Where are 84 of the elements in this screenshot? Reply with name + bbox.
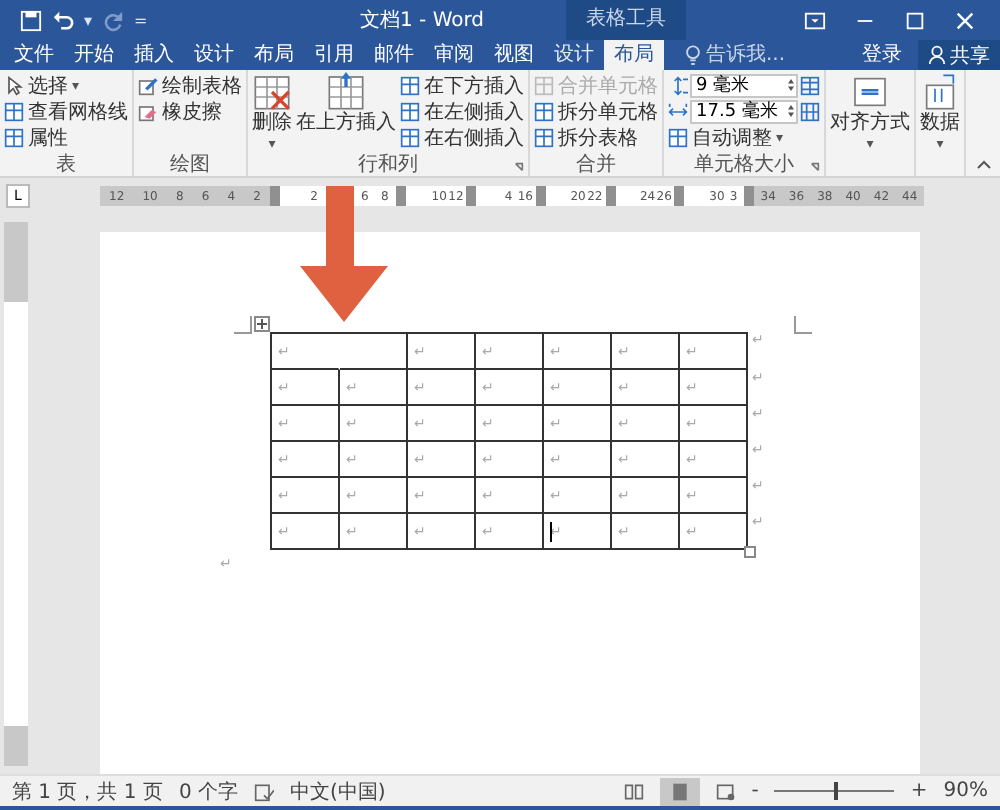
share-button[interactable]: 共享 xyxy=(918,40,1000,70)
ribbon-button[interactable]: 拆分单元格 xyxy=(534,98,658,124)
zoom-slider-thumb[interactable] xyxy=(834,782,839,800)
table-icon xyxy=(400,101,420,121)
margin-corner-mark xyxy=(234,316,252,334)
save-icon[interactable] xyxy=(20,9,42,31)
table-icon xyxy=(534,101,554,121)
ribbon-large-button[interactable]: 在上方插入 xyxy=(296,70,396,136)
column-marker[interactable] xyxy=(674,186,685,206)
dialog-launcher-icon[interactable] xyxy=(810,162,820,172)
ribbon-tab[interactable]: 开始 xyxy=(64,40,124,70)
group-label: 绘图 xyxy=(168,154,212,176)
column-marker[interactable] xyxy=(396,186,407,206)
ribbon-button[interactable]: 橡皮擦 xyxy=(138,98,242,124)
ribbon-tab[interactable]: 文件 xyxy=(4,40,64,70)
column-marker[interactable] xyxy=(605,186,616,206)
language-indicator[interactable]: 中文(中国) xyxy=(290,777,386,805)
dialog-launcher-icon[interactable] xyxy=(514,162,524,172)
collapse-ribbon-icon[interactable] xyxy=(976,158,992,170)
zoom-in-button[interactable]: + xyxy=(910,780,928,802)
pencil-icon xyxy=(138,75,158,95)
page-count[interactable]: 第 1 页，共 1 页 xyxy=(12,777,163,805)
ribbon-button[interactable]: 属性 xyxy=(4,124,128,150)
page-icon xyxy=(669,781,690,801)
customize-toolbar-button[interactable]: = xyxy=(134,11,148,29)
column-marker[interactable] xyxy=(744,186,755,206)
spin-arrows-icon[interactable] xyxy=(786,76,796,94)
ribbon-tab[interactable]: 审阅 xyxy=(424,40,484,70)
person-icon xyxy=(928,44,946,66)
size-spinner-field[interactable]: 9 毫米 xyxy=(690,73,798,97)
table-resize-handle[interactable] xyxy=(744,546,756,558)
word-count[interactable]: 0 个字 xyxy=(178,777,238,805)
ribbon-button[interactable]: 拆分表格 xyxy=(534,124,658,150)
maximize-icon[interactable] xyxy=(904,9,926,31)
ribbon-button[interactable]: 在下方插入 xyxy=(400,72,524,98)
window-title: 文档1 - Word xyxy=(360,7,485,34)
ribbon-display-icon[interactable] xyxy=(804,9,826,31)
table-icon xyxy=(400,127,420,147)
ribbon-tab[interactable]: 引用 xyxy=(304,40,364,70)
close-icon[interactable] xyxy=(954,9,976,31)
table-cell[interactable] xyxy=(340,334,408,370)
down-arrow-annotation xyxy=(300,186,388,322)
ribbon-tab[interactable]: 插入 xyxy=(124,40,184,70)
group-label: 行和列 xyxy=(356,154,420,176)
ribbon-tab[interactable]: 邮件 xyxy=(364,40,424,70)
ribbon-tab[interactable]: 视图 xyxy=(484,40,544,70)
table-icon xyxy=(668,127,688,147)
ribbon-button[interactable]: 在右侧插入 xyxy=(400,124,524,150)
row-height-icon xyxy=(668,75,688,95)
table-move-handle-icon[interactable] xyxy=(254,316,270,332)
web-layout-icon[interactable] xyxy=(715,781,736,801)
distribute-columns-icon[interactable] xyxy=(800,101,820,121)
proofing-icon[interactable] xyxy=(254,781,274,801)
size-spinner-field[interactable]: 17.5 毫米 xyxy=(690,99,798,123)
ribbon-button[interactable]: 绘制表格 xyxy=(138,72,242,98)
table-icon xyxy=(400,75,420,95)
sign-in-link[interactable]: 登录 xyxy=(862,40,902,70)
ribbon-tab[interactable]: 布局 xyxy=(244,40,304,70)
read-mode-icon[interactable] xyxy=(623,781,644,801)
group-label: 合并 xyxy=(574,154,618,176)
distribute-rows-icon[interactable] xyxy=(800,75,820,95)
tell-me-field[interactable]: 告诉我... xyxy=(684,40,818,70)
zoom-level[interactable]: 90% xyxy=(943,780,988,802)
margin-corner-mark xyxy=(794,316,812,334)
table-icon xyxy=(534,127,554,147)
column-width-icon xyxy=(668,101,688,121)
eraser-icon xyxy=(138,101,158,121)
redo-icon[interactable] xyxy=(102,9,125,31)
group-label: 单元格大小 xyxy=(692,154,796,176)
spin-arrows-icon[interactable] xyxy=(786,102,796,120)
column-marker[interactable] xyxy=(270,186,280,206)
zoom-out-button[interactable]: - xyxy=(751,780,759,802)
undo-icon[interactable] xyxy=(52,9,74,31)
ribbon-tab[interactable]: 设计 xyxy=(184,40,244,70)
column-marker[interactable] xyxy=(466,186,477,206)
lightbulb-icon xyxy=(684,44,702,66)
table-icon xyxy=(534,75,554,95)
undo-dropdown-caret[interactable]: ▾ xyxy=(84,11,93,29)
ribbon-tab[interactable]: 布局 xyxy=(604,40,664,70)
ribbon-button[interactable]: 在左侧插入 xyxy=(400,98,524,124)
column-marker[interactable] xyxy=(535,186,546,206)
ribbon-button[interactable]: 查看网格线 xyxy=(4,98,128,124)
group-label: 表 xyxy=(54,154,78,176)
print-layout-button[interactable] xyxy=(659,777,700,805)
